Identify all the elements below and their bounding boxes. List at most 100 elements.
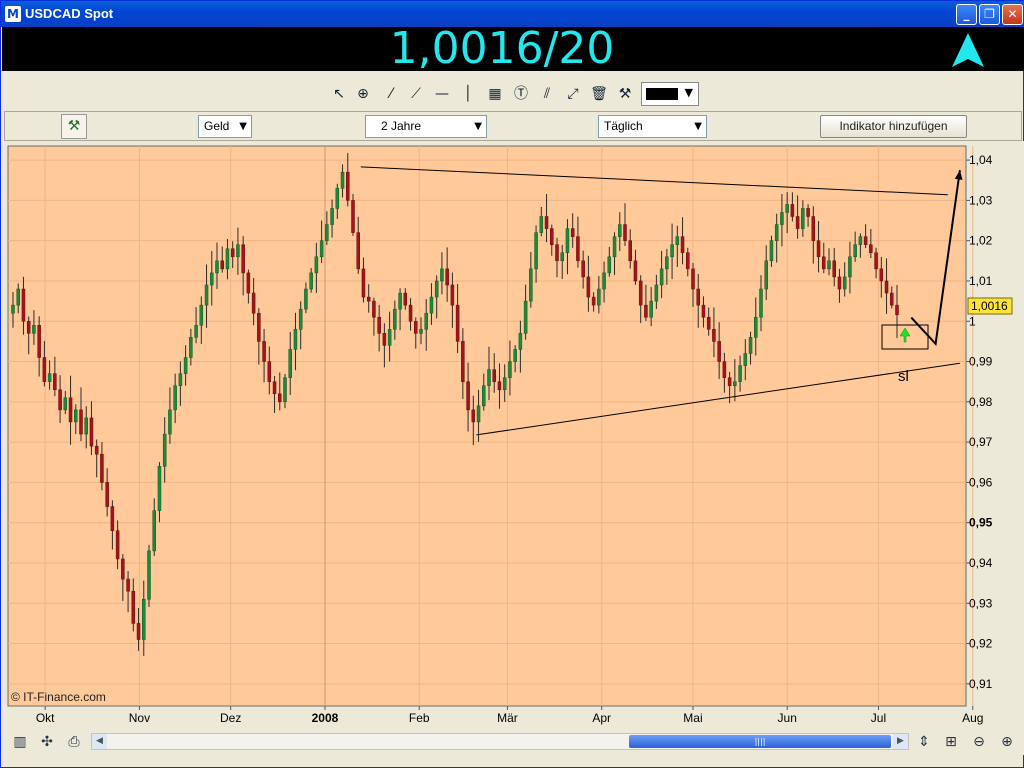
chart-type-icon[interactable]: ▥ [9,732,31,752]
copyright-text: © IT-Finance.com [11,690,106,704]
annotation-label: sl [898,368,909,385]
candle-down [366,296,371,302]
interval-select[interactable]: Täglich ▼ [598,115,707,138]
minimize-button[interactable]: _ [956,4,977,25]
period-select[interactable]: 2 Jahre ▼ [365,115,487,138]
chevron-down-icon: ▼ [684,86,693,99]
candle-down [414,321,418,334]
candle-down [591,296,596,306]
close-button[interactable]: ✕ [1002,4,1023,25]
candle-down [356,232,360,270]
price-type-select[interactable]: Geld ▼ [198,115,252,138]
candle-down [680,236,685,254]
candle-up [502,377,507,390]
maximize-button[interactable]: ❐ [979,4,1000,25]
candle-down [874,252,878,270]
candle-down [220,260,224,270]
tools-icon[interactable]: ⚒ [615,84,635,104]
fit-icon[interactable]: ⇕ [913,732,935,752]
zoom-out-icon[interactable]: ⊖ [968,732,990,752]
scroll-right-icon[interactable]: ▶ [893,734,908,749]
parallel-lines-icon[interactable]: ⫽ [537,84,557,104]
zoom-in-icon[interactable]: ⊕ [996,732,1018,752]
candle-up [612,236,617,258]
candle-up [842,276,847,290]
candle-down [811,216,816,241]
candle-down [26,321,31,334]
color-swatch [646,88,678,100]
zoom-frame-icon[interactable]: ⊞ [940,732,962,752]
zoom-in-icon[interactable]: ⊕ [353,84,373,104]
candle-down [126,578,130,592]
print-icon[interactable]: ⎙ [63,732,85,752]
cursor-icon[interactable]: ↖ [329,84,349,104]
price-chart[interactable]: sl © IT-Finance.com 1,04 1,03 1,02 1,01 1 0,9… [1,141,1024,729]
y-tick-label: 1,01 [969,274,993,288]
candle-up [853,244,857,258]
candle-down [727,377,732,386]
y-tick-label: 0,91 [969,677,993,691]
scroll-thumb[interactable]: |||| [629,735,891,748]
candle-down [696,288,700,306]
y-tick-label: 0,95 [969,516,993,530]
candle-up [743,353,748,366]
line-icon[interactable]: ⁄ [381,84,401,104]
candle-down [257,312,261,342]
horizontal-line-icon[interactable]: — [432,84,452,104]
x-tick-label: Aug [962,711,983,725]
y-tick-label: 1,03 [969,193,993,207]
candle-down [628,240,632,262]
candle-up [157,466,162,511]
crosshair-icon[interactable]: ✣ [36,732,58,752]
candle-up [659,268,664,286]
drawing-toolbar: ↖ ⊕ ⁄ ⟋ — │ ▦ Ⓣ ⫽ ⤢ 🗑 ⚒ ▼ [2,79,1024,109]
candle-up [162,433,167,467]
candle-up [74,409,78,423]
horizontal-scrollbar[interactable]: ◀ |||| ▶ [91,733,909,750]
candle-up [429,296,434,314]
line-color-picker[interactable]: ▼ [641,82,699,106]
chevron-down-icon: ▼ [239,121,247,132]
candle-up [654,284,659,302]
price-quote: 1,0016/20 [389,23,615,74]
candle-up [602,272,606,290]
candle-up [225,248,230,270]
candle-down [115,530,120,560]
candle-down [701,304,706,318]
candle-up [194,325,198,338]
candle-down [686,252,690,270]
chart-options-bar: ⚒ Geld ▼ 2 Jahre ▼ Täglich ▼ Indikator h… [4,111,1022,141]
candle-up [288,349,292,378]
add-indicator-button[interactable]: Indikator hinzufügen [820,115,967,138]
candle-up [539,216,544,233]
scroll-left-icon[interactable]: ◀ [92,734,107,749]
vertical-line-icon[interactable]: │ [458,84,478,104]
x-tick-label: Okt [36,711,55,725]
y-tick-label: 0,97 [969,435,993,449]
candle-down [795,216,800,229]
candle-down [706,316,711,330]
candle-down [790,204,795,217]
candle-up [189,337,193,358]
candle-up [387,329,392,346]
candle-up [173,385,177,411]
candle-down [53,373,57,390]
candle-down [382,333,387,346]
arrows-icon[interactable]: ⤢ [563,84,583,104]
current-price-marker: 1,0016 [967,297,1013,315]
chart-edit-icon[interactable]: ▦ [485,84,505,104]
y-tick-label: 1,04 [969,153,993,167]
candle-up [733,381,737,386]
wand-icon[interactable]: ⚒ [61,114,87,139]
candle-up [759,288,763,318]
candle-up [597,288,601,306]
trash-icon[interactable]: 🗑 [589,84,609,104]
trendline-icon[interactable]: ⟋ [406,84,426,104]
x-tick-label: Nov [129,711,150,725]
candle-down [869,244,873,254]
text-icon[interactable]: Ⓣ [511,84,531,104]
candle-down [717,341,721,362]
candle-down [42,357,47,382]
candle-down [121,558,125,580]
candle-down [623,224,627,241]
